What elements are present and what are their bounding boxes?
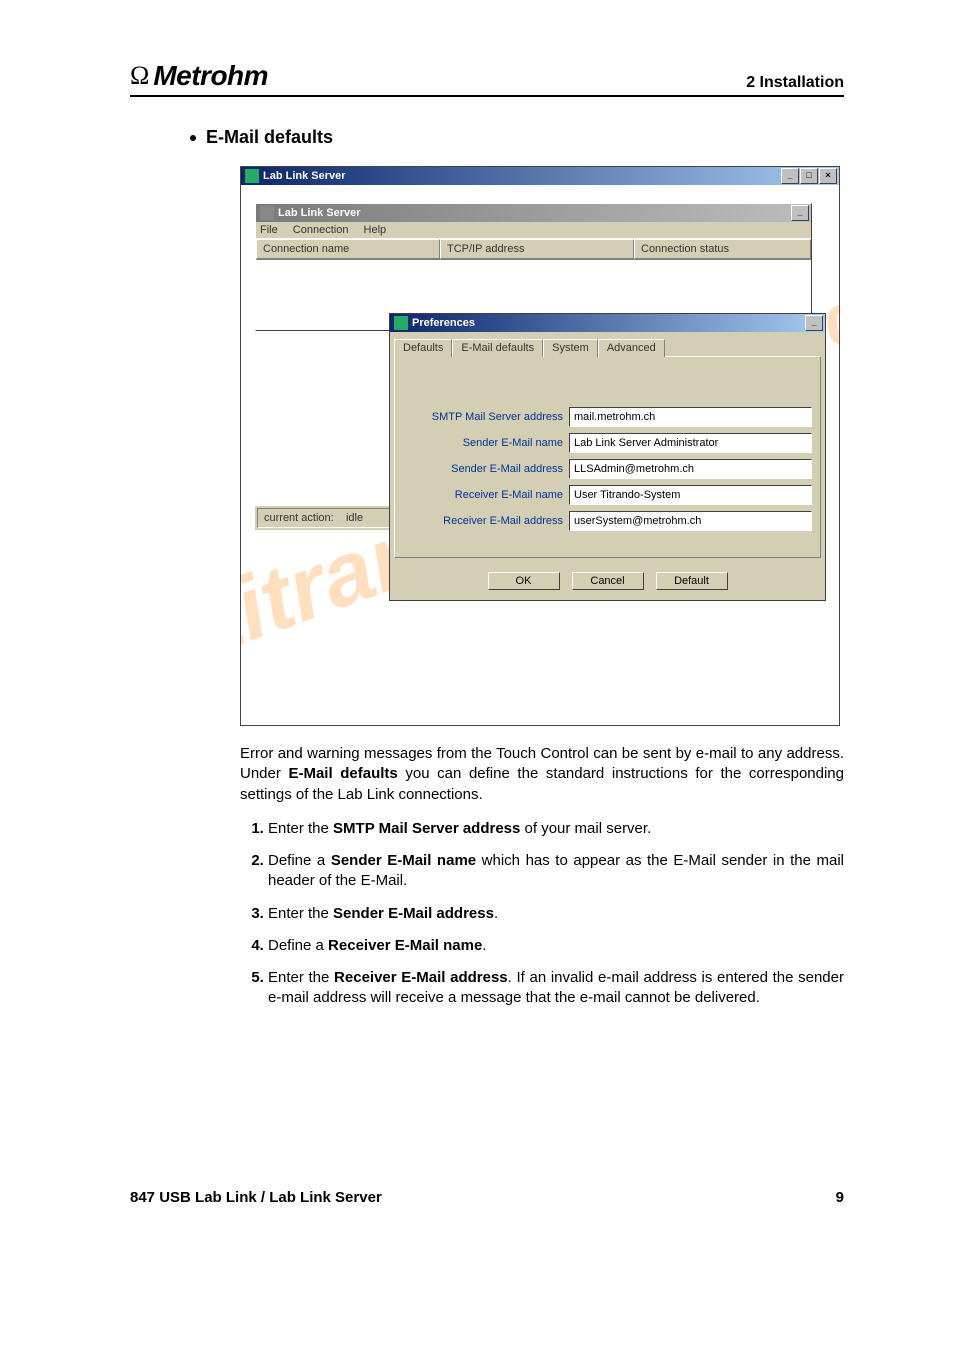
tab-email-defaults[interactable]: E-Mail defaults [452,339,543,357]
app-icon [245,169,259,183]
maximize-button[interactable]: □ [800,168,818,184]
menu-file[interactable]: File [260,224,278,236]
input-recv-name[interactable] [569,485,812,505]
status-label: current action: [264,512,334,524]
inner-window: Lab Link Server _ File Connection Help C… [255,203,812,331]
input-smtp[interactable] [569,407,812,427]
minimize-button[interactable]: _ [805,315,823,331]
section-title: E-Mail defaults [206,127,333,148]
input-sender-name[interactable] [569,433,812,453]
step-4: Define a Receiver E-Mail name. [268,936,844,956]
preferences-window: Preferences _ Defaults E-Mail defaults S… [389,313,826,601]
bullet-icon [190,135,196,141]
button-row: OK Cancel Default [390,562,825,600]
menu-bar: File Connection Help [256,222,811,238]
footer-left: 847 USB Lab Link / Lab Link Server [130,1189,382,1206]
menu-connection[interactable]: Connection [293,224,349,236]
ok-button[interactable]: OK [488,572,560,590]
col-connection-status[interactable]: Connection status [634,239,811,259]
tab-system[interactable]: System [543,339,598,357]
tab-panel: SMTP Mail Server address Sender E-Mail n… [394,356,821,558]
app-icon [394,316,408,330]
step-2: Define a Sender E-Mail name which has to… [268,851,844,892]
outer-window-title: Lab Link Server [263,170,346,182]
page-number: 9 [836,1189,844,1206]
tab-advanced[interactable]: Advanced [598,339,665,357]
close-button[interactable]: × [819,168,837,184]
menu-help[interactable]: Help [364,224,387,236]
status-value: idle [346,512,363,524]
brand-text: Metrohm [153,60,268,92]
section-header: 2 Installation [746,74,844,92]
brand-logo: Ω Metrohm [130,60,268,92]
step-5: Enter the Receiver E-Mail address. If an… [268,968,844,1009]
label-sender-name: Sender E-Mail name [403,437,569,449]
body-paragraph: Error and warning messages from the Touc… [240,744,844,805]
default-button[interactable]: Default [656,572,728,590]
label-sender-addr: Sender E-Mail address [403,463,569,475]
minimize-button[interactable]: _ [791,205,809,221]
omega-icon: Ω [130,61,149,91]
minimize-button[interactable]: _ [781,168,799,184]
table-header: Connection name TCP/IP address Connectio… [256,238,811,260]
col-connection-name[interactable]: Connection name [256,239,440,259]
cancel-button[interactable]: Cancel [572,572,644,590]
inner-window-title: Lab Link Server [278,207,361,219]
tab-defaults[interactable]: Defaults [394,339,452,357]
tab-row: Defaults E-Mail defaults System Advanced [390,333,825,357]
label-recv-addr: Receiver E-Mail address [403,515,569,527]
steps-list: Enter the SMTP Mail Server address of yo… [240,819,844,1009]
screenshot-figure: Lab Link Server _ □ × titrando nd Lab Li… [240,166,840,726]
outer-titlebar: Lab Link Server _ □ × [241,167,839,185]
app-icon [260,206,274,220]
step-3: Enter the Sender E-Mail address. [268,904,844,924]
input-sender-addr[interactable] [569,459,812,479]
step-1: Enter the SMTP Mail Server address of yo… [268,819,844,839]
col-tcpip-address[interactable]: TCP/IP address [440,239,634,259]
label-recv-name: Receiver E-Mail name [403,489,569,501]
inner-titlebar: Lab Link Server _ [256,204,811,222]
prefs-titlebar: Preferences _ [390,314,825,332]
input-recv-addr[interactable] [569,511,812,531]
label-smtp: SMTP Mail Server address [403,411,569,423]
prefs-title: Preferences [412,317,475,329]
